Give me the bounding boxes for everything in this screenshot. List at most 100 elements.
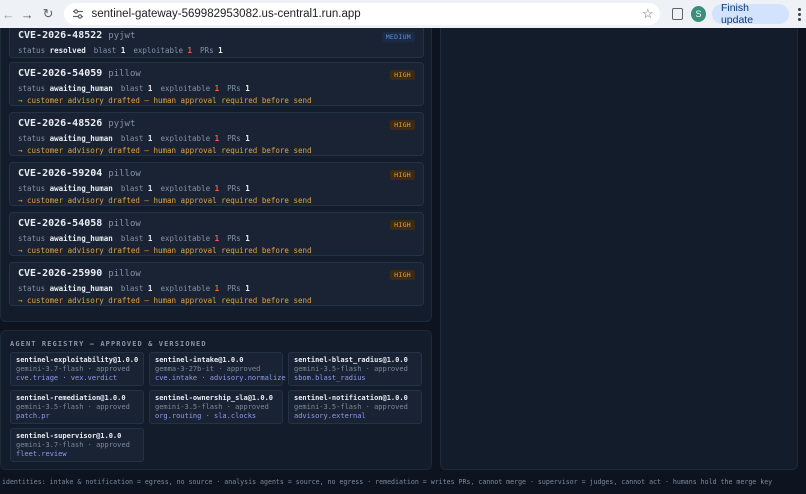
prs-label: PRs	[227, 84, 241, 93]
exploitable-label: exploitable	[160, 134, 211, 143]
advisory-note: → customer advisory drafted — human appr…	[18, 196, 312, 205]
incident-card[interactable]: CVE-2026-59204 pillow HIGH status awaiting_…	[9, 162, 424, 206]
blast-value: 1	[147, 234, 153, 243]
exploitable-label: exploitable	[160, 84, 211, 93]
cve-id: CVE-2026-54059	[18, 68, 103, 79]
agent-capabilities: patch.pr	[16, 412, 50, 420]
browser-toolbar: ← → ↻ sentinel-gateway-569982953082.us-c…	[0, 0, 806, 28]
status-value: awaiting_human	[49, 284, 113, 293]
severity-badge: HIGH	[390, 70, 415, 80]
blast-label: blast	[120, 84, 144, 93]
status-value: resolved	[49, 46, 86, 55]
incident-stats: status resolved blast 1 exploitable 1 PRs 1	[18, 46, 223, 55]
incident-card[interactable]: CVE-2026-48526 pyjwt HIGH status awaiting_h…	[9, 112, 424, 156]
prs-value: 1	[245, 134, 250, 143]
advisory-note: → customer advisory drafted — human appr…	[18, 296, 312, 305]
agent-card[interactable]: sentinel-supervisor@1.0.0 gemini-3.7-flas…	[10, 428, 144, 462]
agent-model: gemma-3-27b-it · approved	[155, 365, 261, 373]
incident-card[interactable]: CVE-2026-54059 pillow HIGH status awaiting_…	[9, 62, 424, 106]
agent-model: gemini-3.7-flash · approved	[16, 441, 130, 449]
status-value: awaiting_human	[49, 184, 113, 193]
status-value: awaiting_human	[49, 134, 113, 143]
blast-label: blast	[120, 234, 144, 243]
agent-card[interactable]: sentinel-ownership_sla@1.0.0 gemini-3.5-f…	[149, 390, 283, 424]
incident-stats: status awaiting_human blast 1 exploitable …	[18, 284, 250, 293]
package-name: pillow	[108, 269, 141, 279]
status-label: status	[18, 234, 46, 243]
prs-value: 1	[245, 284, 250, 293]
agent-card[interactable]: sentinel-notification@1.0.0 gemini-3.5-fl…	[288, 390, 422, 424]
agent-card[interactable]: sentinel-blast_radius@1.0.0 gemini-3.5-fl…	[288, 352, 422, 386]
incident-card[interactable]: CVE-2026-25990 pillow HIGH status awaiting_…	[9, 262, 424, 306]
cve-id: CVE-2026-54058	[18, 218, 103, 229]
blast-label: blast	[93, 46, 117, 55]
incident-list-panel: CVE-2026-48522 pyjwt MEDIUM status resolved…	[0, 28, 432, 322]
cve-id: CVE-2026-48522	[18, 30, 103, 41]
prs-label: PRs	[227, 234, 241, 243]
advisory-note: → customer advisory drafted — human appr…	[18, 96, 312, 105]
extensions-icon[interactable]	[671, 8, 683, 20]
blast-value: 1	[147, 184, 153, 193]
prs-label: PRs	[227, 284, 241, 293]
incident-header: CVE-2026-48526 pyjwt	[18, 118, 135, 129]
prs-label: PRs	[227, 184, 241, 193]
prs-label: PRs	[227, 134, 241, 143]
address-bar[interactable]: sentinel-gateway-569982953082.us-central…	[64, 3, 660, 25]
incident-card[interactable]: CVE-2026-54058 pillow HIGH status awaiting_…	[9, 212, 424, 256]
severity-badge: MEDIUM	[381, 32, 415, 42]
agent-model: gemini-3.5-flash · approved	[16, 403, 130, 411]
reload-icon[interactable]: ↻	[40, 5, 57, 23]
exploitable-value: 1	[214, 84, 220, 93]
incident-header: CVE-2026-59204 pillow	[18, 168, 141, 179]
exploitable-value: 1	[214, 234, 220, 243]
bookmark-star-icon[interactable]: ☆	[642, 6, 654, 22]
cve-id: CVE-2026-48526	[18, 118, 103, 129]
menu-kebab-icon[interactable]	[793, 7, 806, 21]
exploitable-label: exploitable	[160, 184, 211, 193]
site-settings-icon[interactable]	[72, 8, 84, 20]
exploitable-value: 1	[187, 46, 193, 55]
blast-value: 1	[120, 46, 126, 55]
agent-card[interactable]: sentinel-exploitability@1.0.0 gemini-3.7-…	[10, 352, 144, 386]
exploitable-value: 1	[214, 184, 220, 193]
status-value: awaiting_human	[49, 84, 113, 93]
incident-stats: status awaiting_human blast 1 exploitable …	[18, 184, 250, 193]
agent-card[interactable]: sentinel-remediation@1.0.0 gemini-3.5-fla…	[10, 390, 144, 424]
agent-registry-panel: AGENT REGISTRY — APPROVED & VERSIONED se…	[0, 330, 432, 470]
prs-value: 1	[218, 46, 223, 55]
agent-name: sentinel-remediation@1.0.0	[16, 394, 126, 402]
agent-card[interactable]: sentinel-intake@1.0.0 gemma-3-27b-it · ap…	[149, 352, 286, 386]
agent-capabilities: advisory.external	[294, 412, 366, 420]
exploitable-label: exploitable	[160, 284, 211, 293]
agent-capabilities: org.routing · sla.clocks	[155, 412, 257, 420]
incident-header: CVE-2026-25990 pillow	[18, 268, 141, 279]
agent-model: gemini-3.5-flash · approved	[294, 403, 408, 411]
agent-model: gemini-3.5-flash · approved	[155, 403, 269, 411]
profile-avatar[interactable]: S	[691, 6, 706, 22]
exploitable-label: exploitable	[160, 234, 211, 243]
detail-panel	[440, 28, 798, 470]
agent-capabilities: cve.triage · vex.verdict	[16, 374, 118, 382]
exploitable-value: 1	[214, 284, 220, 293]
severity-badge: HIGH	[390, 120, 415, 130]
package-name: pillow	[108, 69, 141, 79]
blast-label: blast	[120, 134, 144, 143]
agent-model: gemini-3.5-flash · approved	[294, 365, 408, 373]
agent-model: gemini-3.7-flash · approved	[16, 365, 130, 373]
agent-capabilities: cve.intake · advisory.normalize	[155, 374, 286, 382]
forward-icon[interactable]: →	[19, 5, 36, 23]
finish-update-button[interactable]: Finish update	[711, 2, 789, 26]
status-label: status	[18, 84, 46, 93]
agent-name: sentinel-notification@1.0.0	[294, 394, 408, 402]
back-icon[interactable]: ←	[0, 5, 17, 23]
blast-value: 1	[147, 284, 153, 293]
status-label: status	[18, 184, 46, 193]
identities-footer: identities: intake & notification = egre…	[2, 478, 773, 486]
status-label: status	[18, 46, 46, 55]
exploitable-label: exploitable	[133, 46, 184, 55]
blast-label: blast	[120, 184, 144, 193]
incident-card[interactable]: CVE-2026-48522 pyjwt MEDIUM status resolved…	[9, 28, 424, 58]
severity-badge: HIGH	[390, 170, 415, 180]
blast-value: 1	[147, 134, 153, 143]
status-label: status	[18, 284, 46, 293]
